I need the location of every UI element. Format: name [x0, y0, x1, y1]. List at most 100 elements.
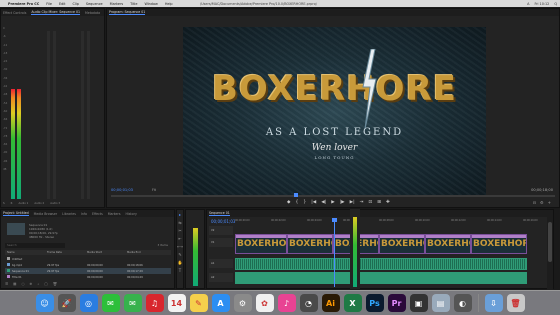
netease-music-icon[interactable]: ♫	[145, 294, 164, 312]
time-ruler[interactable]: 00;00;00;00 00;00;02;00 00;00;04;00 00;0…	[235, 219, 551, 225]
after-effects-icon[interactable]: ▣	[409, 294, 428, 312]
app-name-menu[interactable]: Premiere Pro CC	[8, 2, 39, 6]
channel-fader-track[interactable]	[53, 31, 56, 199]
list-item[interactable]: Title 01 00;00;00;00 00;00;04;29	[5, 274, 171, 280]
launchpad-icon[interactable]: 🚀	[57, 294, 76, 312]
play-icon[interactable]: ▶	[331, 200, 334, 205]
list-view-icon[interactable]: ☰	[5, 282, 8, 286]
selection-tool-icon[interactable]: ▸	[177, 212, 183, 218]
illustrator-icon[interactable]: Ai	[321, 294, 340, 312]
column-header-media-start[interactable]: Media Start	[85, 250, 125, 255]
messages-icon[interactable]: ✉	[123, 294, 142, 312]
excel-icon[interactable]: X	[343, 294, 362, 312]
timeline-playhead[interactable]	[332, 218, 337, 222]
status-item[interactable]: A	[527, 2, 529, 6]
program-video-frame[interactable]: BOXERHORE AS A LOST LEGEND Wen lover LON…	[183, 27, 486, 197]
razor-tool-icon[interactable]: ✂	[177, 228, 183, 234]
slip-tool-icon[interactable]: ⟷	[177, 244, 183, 250]
tab-audio-clip-mixer[interactable]: Audio Clip Mixer: Sequence 01	[31, 10, 80, 15]
menu-clip[interactable]: Clip	[73, 2, 79, 6]
track-header-v1[interactable]: V1	[209, 238, 233, 247]
go-to-in-icon[interactable]: |◀	[311, 200, 316, 205]
notes-icon[interactable]: ✎	[189, 294, 208, 312]
program-scrub-bar[interactable]	[111, 195, 555, 197]
tab-libraries[interactable]: Libraries	[62, 212, 76, 216]
audio-clip[interactable]	[235, 258, 527, 270]
spotlight-icon[interactable]: Q	[554, 2, 557, 6]
tab-sequence[interactable]: Sequence 01	[209, 211, 230, 216]
downloads-icon[interactable]: ⇩	[484, 294, 503, 312]
channel-fader-track[interactable]	[81, 31, 84, 199]
photoshop-icon[interactable]: Ps	[365, 294, 384, 312]
finder-icon[interactable]: ☺	[35, 294, 54, 312]
step-back-icon[interactable]: ◀|	[321, 200, 326, 205]
automate-icon[interactable]: ⊕	[30, 282, 33, 286]
calendar-icon[interactable]: 14	[167, 294, 186, 312]
wechat-icon[interactable]: ✉	[101, 294, 120, 312]
channel-fader-track[interactable]	[87, 31, 90, 199]
find-icon[interactable]: ⌕	[37, 282, 39, 286]
tab-project[interactable]: Project: Untitled	[3, 211, 29, 216]
track-header-v2[interactable]: V2	[209, 226, 233, 235]
column-header-media-end[interactable]: Media End	[125, 250, 165, 255]
step-forward-icon[interactable]: |▶	[340, 200, 345, 205]
safari-icon[interactable]: ◎	[79, 294, 98, 312]
menu-title[interactable]: Title	[130, 2, 137, 6]
menu-help[interactable]: Help	[165, 2, 173, 6]
record-button[interactable]: R	[11, 202, 13, 205]
safe-margins-icon[interactable]: ⊟	[533, 200, 536, 205]
lift-icon[interactable]: ⇥	[360, 200, 364, 205]
audio-clip[interactable]	[235, 272, 527, 284]
video-clip[interactable]: BOXERHORE	[471, 234, 527, 254]
video-clip[interactable]: BOXERHORE	[287, 234, 333, 254]
trash-icon[interactable]: 🗑	[506, 294, 525, 312]
menu-window[interactable]: Window	[144, 2, 157, 6]
track-header-a2[interactable]: A2	[209, 273, 233, 282]
menu-markers[interactable]: Markers	[110, 2, 124, 6]
program-playhead[interactable]	[294, 193, 298, 197]
tab-effect-controls[interactable]: Effect Controls	[3, 11, 26, 15]
hand-tool-icon[interactable]: ✋	[177, 260, 183, 266]
ripple-edit-tool-icon[interactable]: ⇤	[177, 236, 183, 242]
mark-out-icon[interactable]: }	[303, 200, 306, 205]
timeline-vertical-scrollbar[interactable]	[547, 210, 553, 290]
menu-sequence[interactable]: Sequence	[86, 2, 103, 6]
menu-edit[interactable]: Edit	[59, 2, 66, 6]
trash-icon[interactable]: 🗑	[53, 282, 57, 286]
settings-icon[interactable]: ⚙	[540, 200, 544, 205]
solo-button[interactable]: S	[3, 202, 5, 205]
tab-metadata[interactable]: Metadata	[85, 11, 100, 15]
column-header-name[interactable]: Name	[5, 250, 45, 255]
tab-markers[interactable]: Markers	[108, 212, 121, 216]
go-to-out-icon[interactable]: ▶|	[350, 200, 355, 205]
tab-info[interactable]: Info	[81, 212, 87, 216]
video-clip[interactable]: BOXERHORE	[235, 234, 287, 254]
timeline-playhead-line[interactable]	[334, 219, 335, 287]
menu-file[interactable]: File	[46, 2, 52, 6]
clock[interactable]: Fri 10:12	[534, 2, 549, 6]
track-select-tool-icon[interactable]: ⇆	[177, 220, 183, 226]
timeline-timecode[interactable]: 00;00;01;03	[211, 219, 235, 224]
channel-fader-track[interactable]	[47, 31, 50, 199]
new-bin-icon[interactable]: ▢	[44, 282, 47, 286]
tab-program-monitor[interactable]: Program: Sequence 01	[109, 10, 146, 15]
add-marker-icon[interactable]: ◆	[287, 200, 290, 205]
track-header-a1[interactable]: A1	[209, 259, 233, 268]
button-editor-icon[interactable]: ✚	[386, 200, 390, 205]
video-clip[interactable]: BOXERHORE	[379, 234, 425, 254]
itunes-icon[interactable]: ♪	[277, 294, 296, 312]
premiere-icon[interactable]: Pr	[387, 294, 406, 312]
pen-tool-icon[interactable]: ✎	[177, 252, 183, 258]
icon-view-icon[interactable]: ▦	[13, 282, 16, 286]
quicktime-icon[interactable]: ◐	[453, 294, 472, 312]
zoom-select[interactable]: Fit	[152, 188, 156, 192]
type-tool-icon[interactable]: T	[177, 268, 183, 274]
tab-history[interactable]: History	[125, 212, 136, 216]
tab-media-browser[interactable]: Media Browser	[34, 212, 58, 216]
tab-effects[interactable]: Effects	[92, 212, 103, 216]
system-preferences-icon[interactable]: ⚙	[233, 294, 252, 312]
appstore-icon[interactable]: A	[211, 294, 230, 312]
program-timecode[interactable]: 00;00;01;03	[111, 188, 133, 192]
add-button-icon[interactable]: +	[548, 200, 551, 205]
photos-icon[interactable]: ✿	[255, 294, 274, 312]
